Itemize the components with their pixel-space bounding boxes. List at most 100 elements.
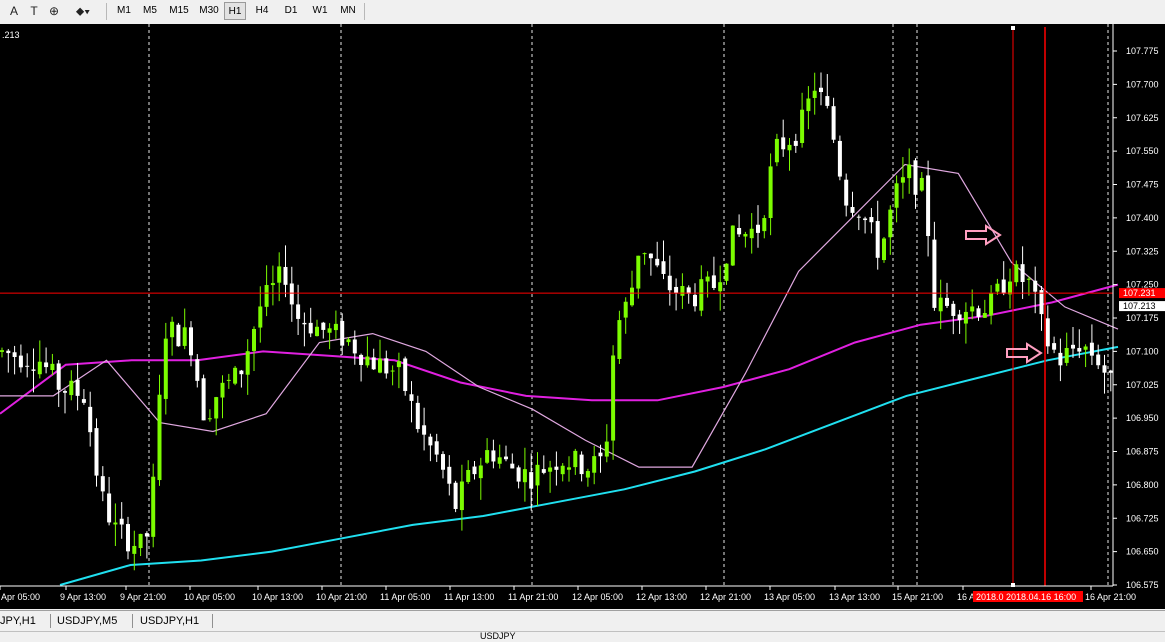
candle-body — [69, 380, 74, 396]
price-tick-label: 107.475 — [1126, 180, 1159, 190]
timeframe-w1-button[interactable]: W1 — [307, 2, 333, 20]
candle-body — [453, 482, 458, 509]
candle-body — [441, 454, 445, 470]
price-tick-label: 106.800 — [1126, 480, 1159, 490]
candle-body — [762, 218, 767, 232]
candle-body — [825, 96, 830, 106]
candle-body — [459, 481, 464, 511]
price-chart[interactable]: 107.775 107.700 107.625 107.550 107.475 107.4… — [0, 24, 1165, 609]
candle-body — [170, 321, 175, 338]
candle-body — [258, 306, 263, 328]
text-icon[interactable]: A — [6, 2, 22, 20]
candle-body — [144, 533, 149, 537]
tab-jpy-h1[interactable]: JPY,H1 — [0, 613, 36, 629]
chart-corner-label: .213 — [2, 30, 20, 40]
timeframe-h1-button[interactable]: H1 — [224, 2, 246, 20]
tab-separator — [132, 614, 133, 628]
candle-body — [573, 450, 578, 468]
price-tick-label: 107.325 — [1126, 246, 1159, 256]
candle-body — [289, 283, 294, 305]
price-tick-label: 106.950 — [1126, 413, 1159, 423]
candle-body — [529, 472, 534, 489]
price-tick-label: 106.650 — [1126, 547, 1159, 557]
status-bar: USDJPY — [0, 631, 1165, 642]
chart-tabs: JPY,H1 USDJPY,M5 USDJPY,H1 — [0, 610, 1165, 631]
candle-body — [831, 106, 836, 140]
time-highlight-label: 2018.0 2018.04.16 16:00 — [976, 592, 1076, 602]
candle-body — [107, 493, 112, 523]
timeframe-mn-button[interactable]: MN — [335, 2, 361, 20]
time-tick-label: 10 Apr 05:00 — [184, 592, 235, 602]
candle-body — [226, 379, 231, 381]
candle-body — [1102, 365, 1107, 373]
timeframe-m15-button[interactable]: M15 — [165, 2, 193, 20]
candle-body — [793, 140, 798, 146]
candle-body — [567, 467, 571, 470]
candle-body — [239, 370, 244, 375]
crosshair-icon[interactable]: ⊕ — [46, 2, 62, 20]
candle-body — [1014, 264, 1019, 283]
candle-body — [384, 358, 389, 374]
timeframe-m5-button[interactable]: M5 — [138, 2, 162, 20]
candle-body — [31, 369, 36, 371]
candle-body — [604, 441, 609, 457]
time-tick-label: 12 Apr 13:00 — [636, 592, 687, 602]
candle-body — [163, 338, 168, 399]
candle-body — [321, 322, 326, 330]
candle-body — [176, 324, 181, 347]
text-label-icon[interactable]: T — [26, 2, 42, 20]
candle-body — [926, 175, 931, 237]
time-tick-label: 10 Apr 13:00 — [252, 592, 303, 602]
annotation-arrow-lower — [1006, 342, 1043, 364]
candle-body — [724, 263, 729, 281]
candle-body — [270, 283, 275, 286]
tab-usdjpy-m5[interactable]: USDJPY,M5 — [57, 613, 117, 629]
candle-body — [1058, 352, 1063, 366]
candle-body — [913, 160, 918, 195]
timeframe-h4-button[interactable]: H4 — [250, 2, 274, 20]
timeframe-m1-button[interactable]: M1 — [112, 2, 136, 20]
candle-body — [749, 228, 754, 239]
grid-layer — [148, 24, 1109, 586]
candle-body — [245, 351, 250, 375]
candle-body — [25, 365, 30, 367]
timeframe-d1-button[interactable]: D1 — [279, 2, 303, 20]
shapes-dropdown-icon[interactable]: ⬥▾ — [68, 2, 98, 20]
candle-body — [699, 279, 704, 311]
timeframe-m30-button[interactable]: M30 — [195, 2, 223, 20]
candle-body — [422, 425, 427, 435]
candle-body — [882, 238, 886, 261]
candle-body — [327, 328, 332, 333]
candle-body — [623, 301, 628, 318]
candle-body — [1089, 342, 1094, 356]
candle-body — [81, 399, 86, 403]
candle-body — [378, 358, 382, 373]
candle-body — [611, 355, 616, 441]
candle-body — [522, 469, 527, 483]
candle-body — [56, 363, 61, 390]
candle-body — [781, 137, 786, 150]
candle-body — [37, 361, 42, 375]
price-tick-label: 107.100 — [1126, 346, 1159, 356]
time-tick-label: 13 Apr 13:00 — [829, 592, 880, 602]
candle-body — [743, 233, 748, 237]
candle-body — [630, 287, 634, 306]
candle-body — [44, 362, 49, 368]
status-symbol: USDJPY — [480, 631, 516, 641]
candle-body — [296, 304, 301, 319]
time-tick-label: 11 Apr 21:00 — [508, 592, 558, 602]
candle-body — [207, 418, 212, 420]
candle-body — [667, 275, 672, 291]
tab-usdjpy-h1[interactable]: USDJPY,H1 — [140, 613, 199, 629]
candle-body — [478, 465, 483, 479]
candle-body — [806, 98, 811, 112]
candle-body — [428, 436, 433, 446]
candle-body — [75, 379, 80, 396]
time-tick-label: 16 Apr 21:00 — [1085, 592, 1136, 602]
candle-body — [730, 225, 735, 266]
time-tick-label: 11 Apr 05:00 — [380, 592, 430, 602]
candle-body — [535, 464, 540, 486]
time-axis: 9 Apr 05:00 9 Apr 13:00 9 Apr 21:00 10 Apr … — [0, 585, 1136, 602]
candle-body — [472, 466, 477, 475]
price-axis: 107.775 107.700 107.625 107.550 107.475 107.4… — [1112, 24, 1165, 590]
